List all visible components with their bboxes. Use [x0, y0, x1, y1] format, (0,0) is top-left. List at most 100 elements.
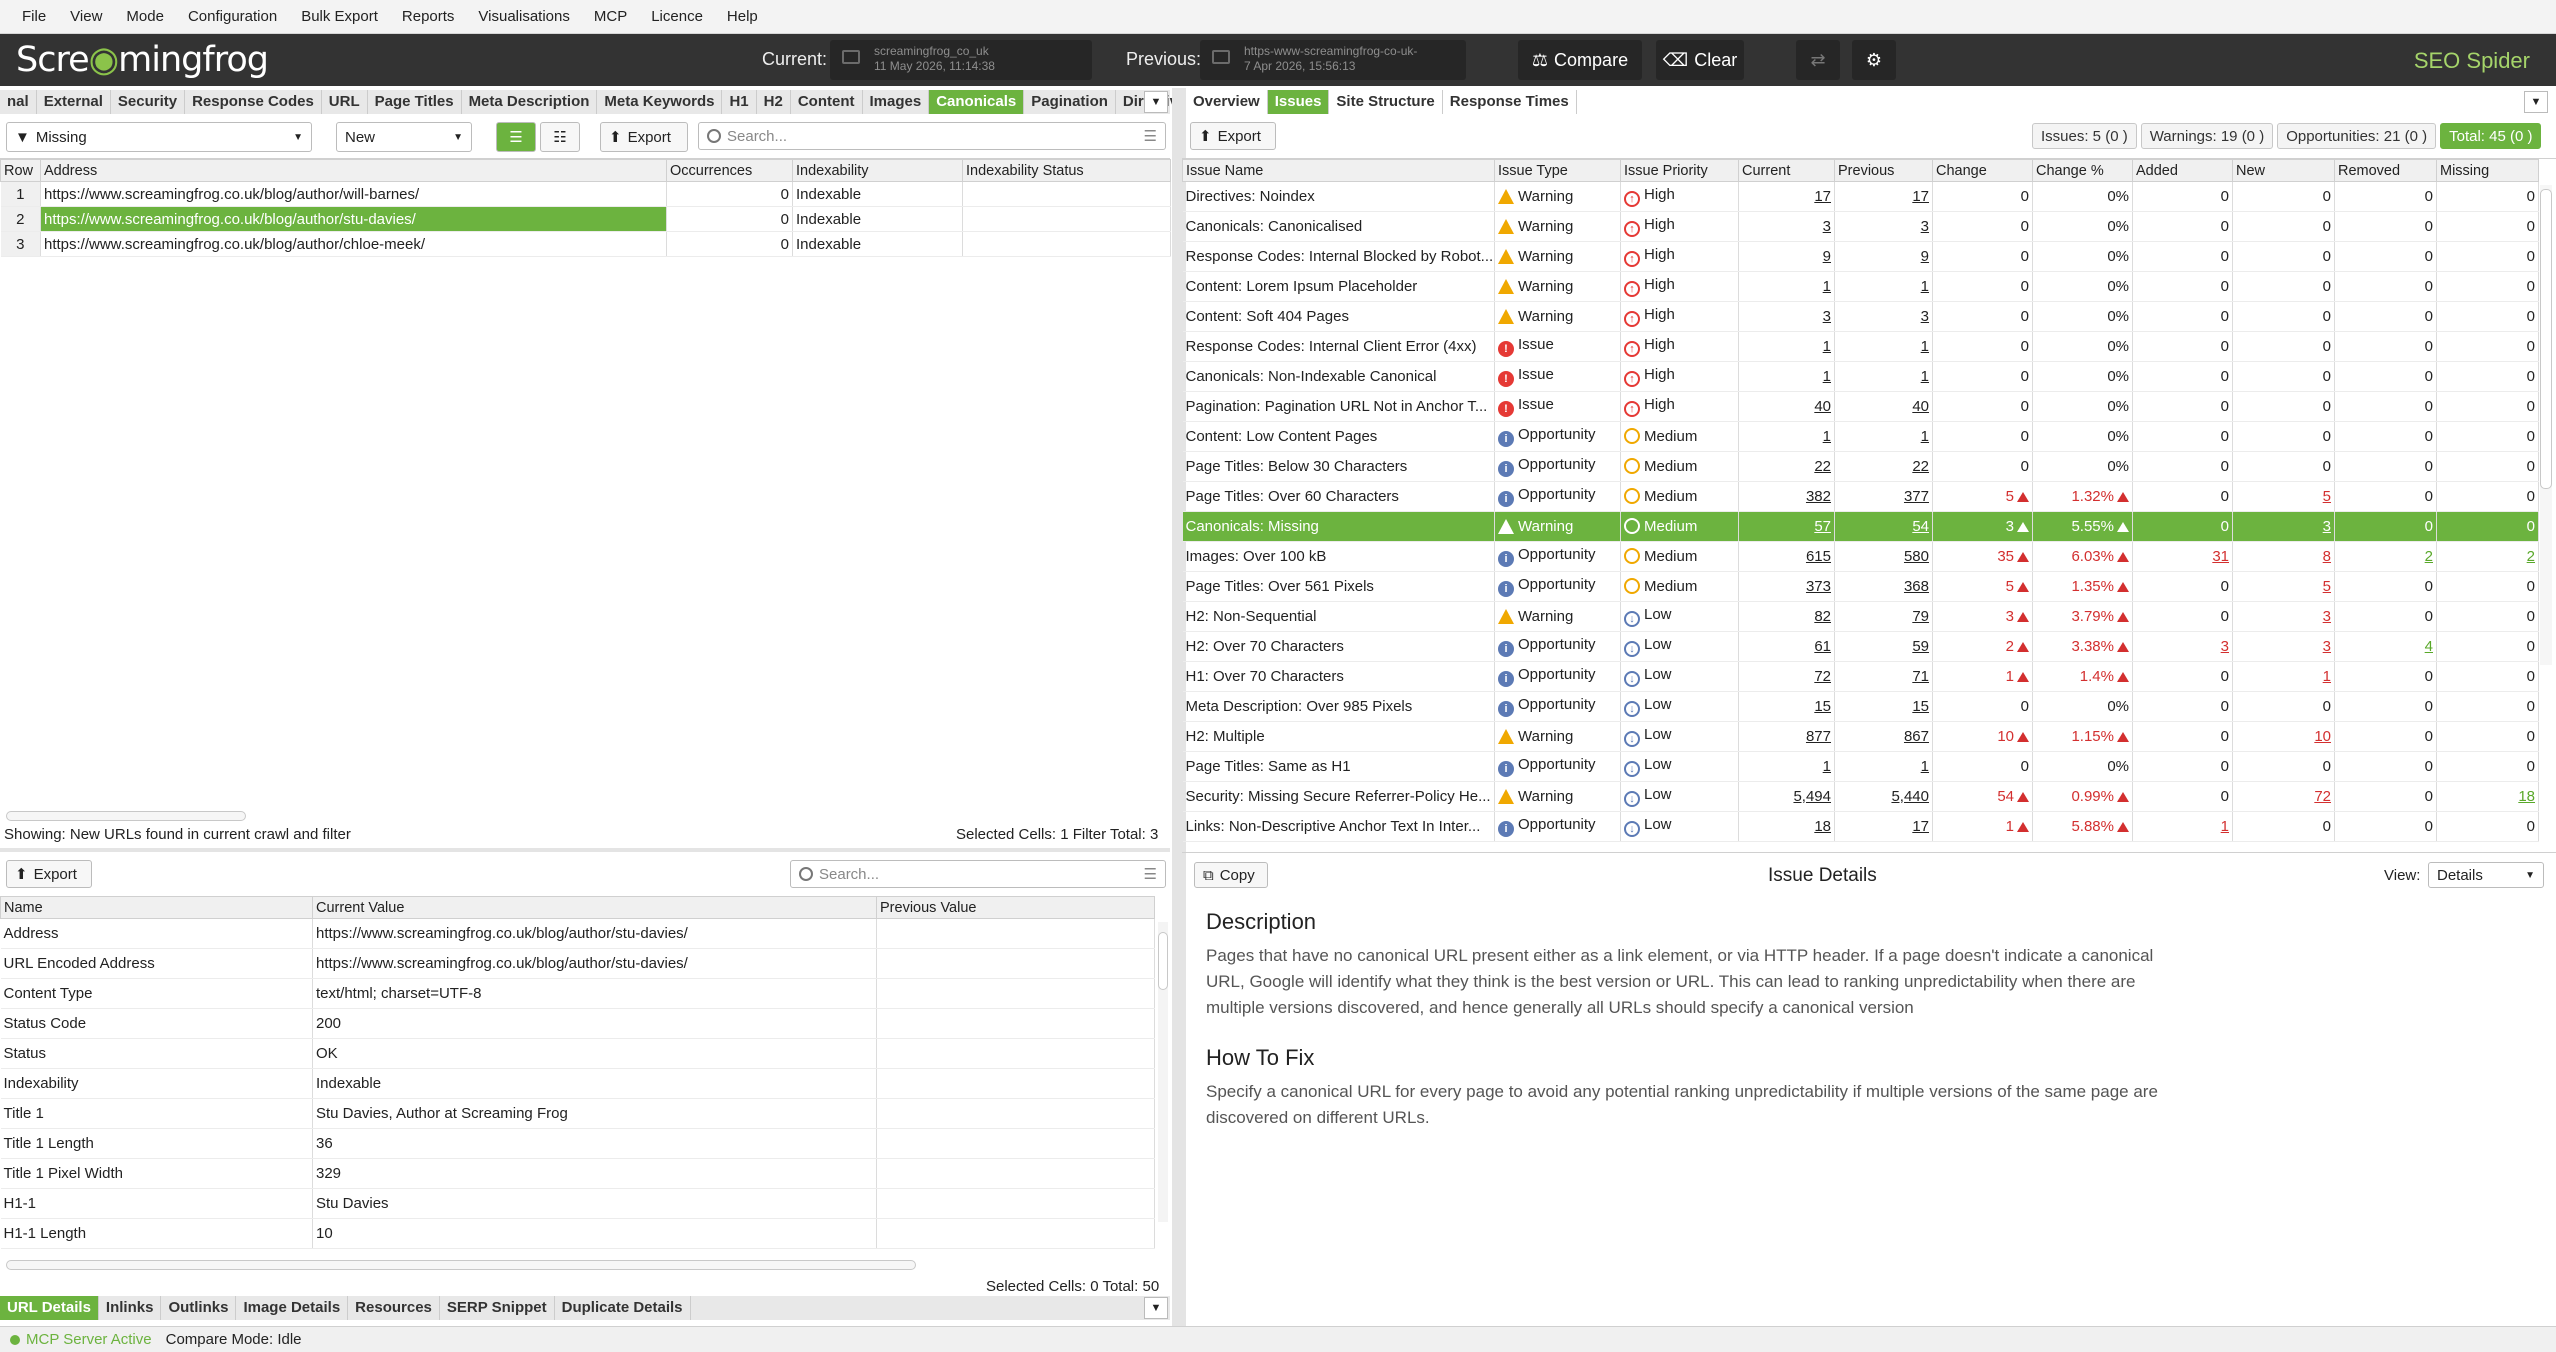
previous-count-cell[interactable]: 3 — [1834, 301, 1933, 332]
column-header[interactable]: Issue Type — [1494, 159, 1621, 182]
export-button[interactable]: ⬆ Export — [600, 122, 688, 152]
tab-h1[interactable]: H1 — [722, 90, 757, 114]
current-count-link[interactable]: 17 — [1814, 188, 1831, 205]
tab-site-structure[interactable]: Site Structure — [1329, 90, 1443, 114]
tree-view-button[interactable]: ☷ — [540, 122, 580, 152]
added-value[interactable]: 3 — [2221, 638, 2229, 655]
total-count-badge[interactable]: Total: 45 (0 ) — [2440, 123, 2542, 149]
new-cell[interactable]: 0 — [2232, 691, 2335, 722]
previous-count-cell[interactable]: 377 — [1834, 481, 1933, 512]
missing-value[interactable]: 0 — [2527, 758, 2535, 775]
current-count-cell[interactable]: 18 — [1738, 811, 1835, 842]
current-count-link[interactable]: 1 — [1823, 278, 1831, 295]
column-header[interactable]: Previous — [1834, 159, 1933, 182]
removed-cell[interactable]: 0 — [2334, 571, 2437, 602]
missing-value[interactable]: 0 — [2527, 668, 2535, 685]
table-row[interactable]: Links: Non-Descriptive Anchor Text In In… — [1182, 811, 2539, 842]
missing-value[interactable]: 0 — [2527, 398, 2535, 415]
current-count-link[interactable]: 15 — [1814, 698, 1831, 715]
table-row[interactable]: Title 1 Pixel Width 329 — [0, 1158, 1155, 1189]
added-cell[interactable]: 0 — [2132, 271, 2233, 302]
current-count-cell[interactable]: 382 — [1738, 481, 1835, 512]
new-value[interactable]: 5 — [2323, 488, 2331, 505]
added-cell[interactable]: 0 — [2132, 601, 2233, 632]
current-count-link[interactable]: 382 — [1806, 488, 1831, 505]
missing-cell[interactable]: 2 — [2436, 541, 2539, 572]
removed-value[interactable]: 0 — [2425, 398, 2433, 415]
address-cell[interactable]: https://www.screamingfrog.co.uk/blog/aut… — [40, 181, 667, 207]
added-value[interactable]: 0 — [2221, 278, 2229, 295]
previous-count-link[interactable]: 1 — [1921, 338, 1929, 355]
new-value[interactable]: 3 — [2323, 608, 2331, 625]
new-value[interactable]: 0 — [2323, 758, 2331, 775]
removed-cell[interactable]: 0 — [2334, 361, 2437, 392]
missing-cell[interactable]: 0 — [2436, 811, 2539, 842]
missing-cell[interactable]: 0 — [2436, 181, 2539, 212]
previous-count-cell[interactable]: 1 — [1834, 751, 1933, 782]
added-value[interactable]: 0 — [2221, 188, 2229, 205]
column-header[interactable]: Current — [1738, 159, 1835, 182]
new-value[interactable]: 0 — [2323, 278, 2331, 295]
previous-count-link[interactable]: 9 — [1921, 248, 1929, 265]
current-count-link[interactable]: 22 — [1814, 458, 1831, 475]
new-value[interactable]: 0 — [2323, 398, 2331, 415]
added-cell[interactable]: 0 — [2132, 781, 2233, 812]
menu-item-visualisations[interactable]: Visualisations — [466, 8, 581, 25]
removed-cell[interactable]: 0 — [2334, 511, 2437, 542]
removed-value[interactable]: 0 — [2425, 818, 2433, 835]
missing-cell[interactable]: 18 — [2436, 781, 2539, 812]
previous-count-link[interactable]: 40 — [1912, 398, 1929, 415]
missing-value[interactable]: 2 — [2527, 548, 2535, 565]
new-cell[interactable]: 8 — [2232, 541, 2335, 572]
menu-item-help[interactable]: Help — [715, 8, 770, 25]
search-input[interactable]: Search... ☰ — [698, 122, 1166, 150]
table-row[interactable]: Canonicals: Missing Warning Medium 57 54 3 5.5… — [1182, 511, 2539, 542]
new-cell[interactable]: 0 — [2232, 241, 2335, 272]
change-select[interactable]: New ▼ — [336, 122, 472, 152]
removed-cell[interactable]: 0 — [2334, 691, 2437, 722]
added-value[interactable]: 0 — [2221, 488, 2229, 505]
tabs-overflow-dropdown[interactable]: ▼ — [1144, 91, 1168, 113]
new-cell[interactable]: 3 — [2232, 631, 2335, 662]
new-value[interactable]: 0 — [2323, 338, 2331, 355]
previous-count-cell[interactable]: 580 — [1834, 541, 1933, 572]
view-select[interactable]: Details ▼ — [2428, 862, 2544, 888]
removed-value[interactable]: 4 — [2425, 638, 2433, 655]
removed-cell[interactable]: 0 — [2334, 211, 2437, 242]
removed-value[interactable]: 2 — [2425, 548, 2433, 565]
table-row[interactable]: Meta Description: Over 985 Pixels i Opport… — [1182, 691, 2539, 722]
address-cell[interactable]: https://www.screamingfrog.co.uk/blog/aut… — [40, 206, 667, 232]
new-value[interactable]: 1 — [2323, 668, 2331, 685]
current-count-link[interactable]: 9 — [1823, 248, 1831, 265]
removed-cell[interactable]: 0 — [2334, 391, 2437, 422]
current-count-cell[interactable]: 82 — [1738, 601, 1835, 632]
current-count-link[interactable]: 1 — [1823, 338, 1831, 355]
current-count-link[interactable]: 1 — [1823, 368, 1831, 385]
column-header[interactable]: Added — [2132, 159, 2233, 182]
tab-overview[interactable]: Overview — [1186, 90, 1268, 114]
added-value[interactable]: 0 — [2221, 518, 2229, 535]
removed-value[interactable]: 0 — [2425, 308, 2433, 325]
missing-cell[interactable]: 0 — [2436, 211, 2539, 242]
tab-issues[interactable]: Issues — [1267, 90, 1330, 114]
menu-item-mode[interactable]: Mode — [114, 8, 176, 25]
previous-count-link[interactable]: 3 — [1921, 308, 1929, 325]
missing-cell[interactable]: 0 — [2436, 481, 2539, 512]
table-row[interactable]: Content: Lorem Ipsum Placeholder Warning ↑… — [1182, 271, 2539, 302]
new-cell[interactable]: 0 — [2232, 301, 2335, 332]
added-cell[interactable]: 0 — [2132, 211, 2233, 242]
added-value[interactable]: 0 — [2221, 758, 2229, 775]
missing-cell[interactable]: 0 — [2436, 451, 2539, 482]
settings-button[interactable]: ⚙ — [1852, 40, 1896, 80]
current-count-cell[interactable]: 1 — [1738, 751, 1835, 782]
table-row[interactable]: URL Encoded Address https://www.screaming… — [0, 948, 1155, 979]
bottom-tabs-dropdown[interactable]: ▼ — [1144, 1297, 1168, 1319]
added-cell[interactable]: 0 — [2132, 691, 2233, 722]
added-cell[interactable]: 0 — [2132, 721, 2233, 752]
previous-count-link[interactable]: 79 — [1912, 608, 1929, 625]
removed-value[interactable]: 0 — [2425, 278, 2433, 295]
new-cell[interactable]: 0 — [2232, 211, 2335, 242]
current-count-link[interactable]: 877 — [1806, 728, 1831, 745]
added-cell[interactable]: 0 — [2132, 751, 2233, 782]
new-value[interactable]: 0 — [2323, 458, 2331, 475]
